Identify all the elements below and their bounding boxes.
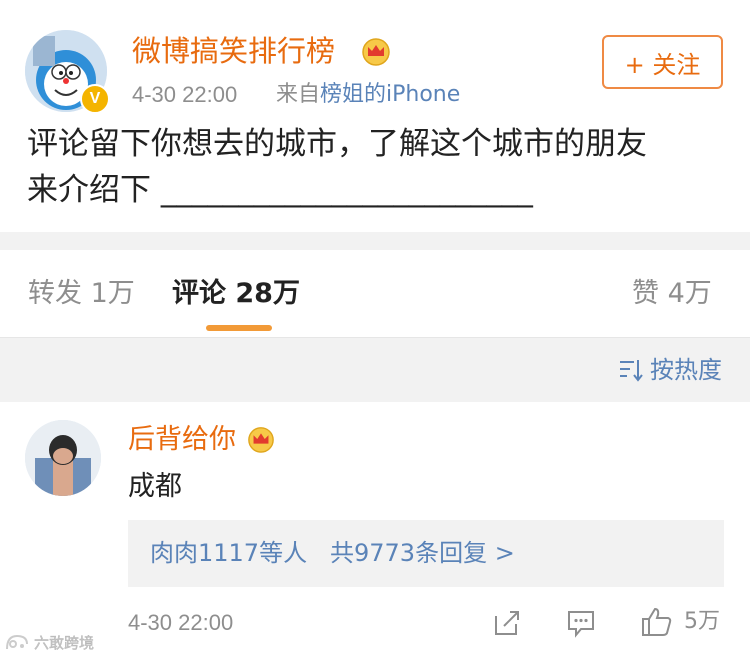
tab-comments[interactable]: 评论 28万 bbox=[172, 276, 300, 312]
watermark: 六敢跨境 bbox=[4, 630, 94, 654]
comment-time: 4-30 22:00 bbox=[128, 610, 234, 635]
post-time: 4-30 22:00 bbox=[132, 82, 238, 107]
like-button[interactable]: 5万 bbox=[640, 604, 720, 640]
tab-repost[interactable]: 转发 1万 bbox=[28, 276, 135, 312]
comment-text: 成都 bbox=[128, 471, 182, 502]
sort-label: 按热度 bbox=[650, 356, 722, 384]
section-separator bbox=[0, 232, 750, 250]
post-text-line1: 评论留下你想去的城市，了解这个城市的朋友 bbox=[27, 126, 647, 162]
reply-count-link[interactable]: 共9773条回复 > bbox=[330, 537, 515, 569]
post-source: 来自榜姐的iPhone bbox=[276, 80, 460, 110]
vip-crown-icon bbox=[360, 36, 392, 66]
tab-likes[interactable]: 赞 4万 bbox=[632, 276, 712, 312]
commenter-avatar[interactable] bbox=[25, 420, 101, 496]
comment-reply-icon[interactable] bbox=[566, 608, 596, 638]
share-icon[interactable] bbox=[492, 608, 522, 638]
tab-active-indicator bbox=[206, 325, 272, 331]
like-count: 5万 bbox=[684, 609, 720, 634]
commenter-name[interactable]: 后背给你 bbox=[128, 422, 236, 458]
post-author-name[interactable]: 微博搞笑排行榜 bbox=[132, 32, 335, 70]
watermark-text: 六敢跨境 bbox=[34, 633, 95, 652]
watermark-logo-icon bbox=[4, 632, 30, 652]
follow-button[interactable]: + 关注 bbox=[602, 35, 723, 89]
post-source-prefix: 来自 bbox=[276, 82, 321, 107]
verified-badge-icon: V bbox=[80, 84, 110, 114]
vip-crown-icon bbox=[246, 425, 276, 453]
post-text-line2: 来介绍下 ________________________ bbox=[27, 172, 533, 208]
thumbs-up-icon bbox=[640, 605, 674, 639]
reply-users[interactable]: 肉肉1117等人 bbox=[150, 537, 307, 569]
post-source-device[interactable]: 榜姐的iPhone bbox=[320, 82, 460, 107]
sort-icon bbox=[618, 358, 644, 382]
sort-button[interactable]: 按热度 bbox=[618, 354, 722, 386]
